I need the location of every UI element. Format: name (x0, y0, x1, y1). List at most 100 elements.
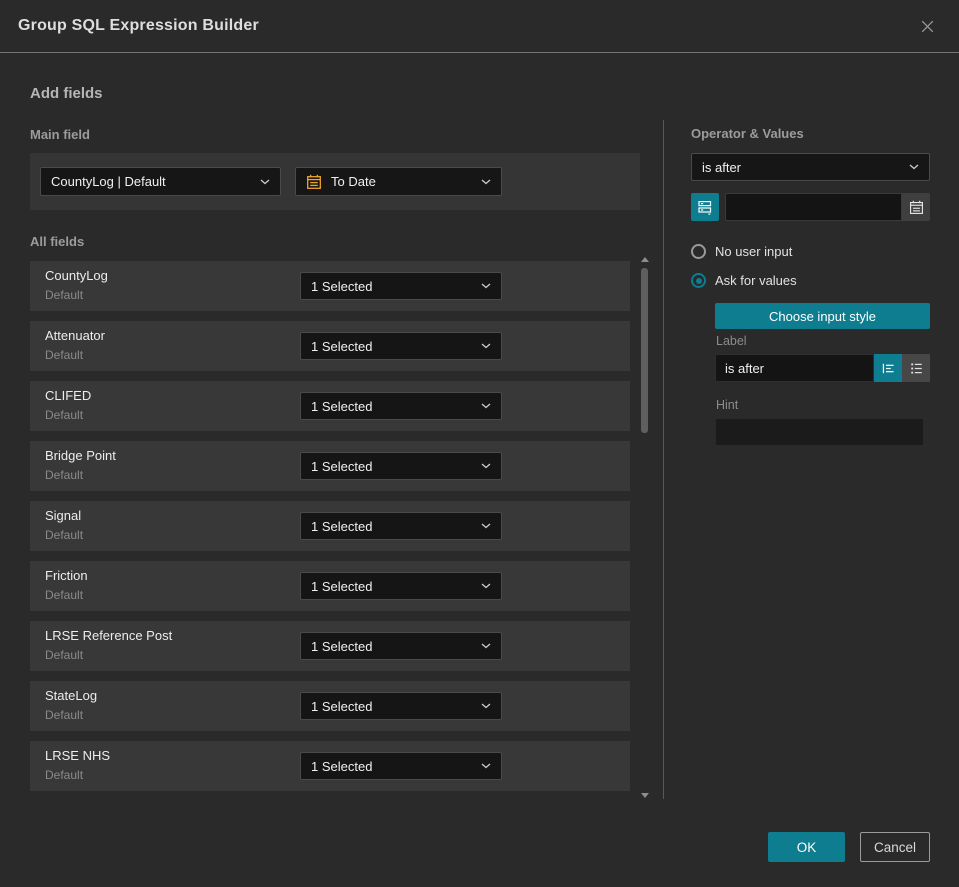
calendar-icon (909, 200, 923, 214)
label-field-label: Label (716, 334, 747, 348)
field-name: Bridge Point (45, 448, 116, 463)
label-input-row (715, 354, 930, 382)
field-selected-dropdown[interactable]: 1 Selected (300, 452, 502, 480)
field-row: Signal Default 1 Selected (30, 501, 630, 551)
field-selected-dropdown[interactable]: 1 Selected (300, 272, 502, 300)
main-field-panel: CountyLog | Default To Date (30, 153, 640, 210)
operator-select-value: is after (702, 159, 742, 175)
field-row: LRSE NHS Default 1 Selected (30, 741, 630, 791)
field-selected-dropdown[interactable]: 1 Selected (300, 572, 502, 600)
field-row: Attenuator Default 1 Selected (30, 321, 630, 371)
chevron-down-icon (481, 403, 491, 409)
scrollbar-up-arrow-icon[interactable] (641, 257, 649, 262)
chevron-down-icon (481, 643, 491, 649)
single-line-input-icon (882, 363, 894, 373)
main-field-select[interactable]: CountyLog | Default (40, 167, 281, 196)
unique-values-button[interactable] (691, 193, 719, 221)
field-selected-value: 1 Selected (311, 638, 373, 654)
single-line-style-button[interactable] (874, 354, 902, 382)
field-source: Default (45, 288, 84, 302)
field-selected-value: 1 Selected (311, 338, 373, 354)
main-field-select-value: CountyLog | Default (51, 174, 166, 189)
main-field-label: Main field (30, 127, 90, 142)
date-type-select-value: To Date (331, 174, 376, 189)
field-selected-value: 1 Selected (311, 278, 373, 294)
operator-select[interactable]: is after (691, 153, 930, 181)
chevron-down-icon (481, 463, 491, 469)
field-name: LRSE NHS (45, 748, 111, 763)
field-selected-value: 1 Selected (311, 398, 373, 414)
all-fields-list: CountyLog Default 1 Selected Attenuator … (30, 261, 630, 801)
field-selected-dropdown[interactable]: 1 Selected (300, 632, 502, 660)
list-style-button[interactable] (902, 354, 930, 382)
field-selected-dropdown[interactable]: 1 Selected (300, 392, 502, 420)
field-row: Friction Default 1 Selected (30, 561, 630, 611)
field-row: CountyLog Default 1 Selected (30, 261, 630, 311)
unique-values-icon (698, 200, 712, 215)
cancel-button[interactable]: Cancel (860, 832, 930, 862)
close-icon (921, 20, 933, 33)
operator-values-panel: Operator & Values is after No user input… (663, 120, 930, 799)
dialog-title: Group SQL Expression Builder (18, 17, 259, 34)
field-name: StateLog (45, 688, 98, 703)
field-row: Bridge Point Default 1 Selected (30, 441, 630, 491)
chevron-down-icon (481, 343, 491, 349)
chevron-down-icon (909, 164, 919, 170)
field-selected-dropdown[interactable]: 1 Selected (300, 752, 502, 780)
field-row: CLIFED Default 1 Selected (30, 381, 630, 431)
field-source: Default (45, 648, 84, 662)
radio-label: Ask for values (715, 273, 797, 288)
close-button[interactable] (907, 0, 947, 53)
operator-values-heading: Operator & Values (691, 126, 804, 141)
chevron-down-icon (481, 583, 491, 589)
value-date-input[interactable] (725, 193, 902, 221)
field-source: Default (45, 708, 84, 722)
radio-no-user-input[interactable]: No user input (691, 244, 792, 259)
field-row: StateLog Default 1 Selected (30, 681, 630, 731)
list-scrollbar[interactable] (639, 255, 651, 800)
value-input-row (691, 193, 930, 221)
field-selected-value: 1 Selected (311, 458, 373, 474)
radio-circle-icon (691, 273, 706, 288)
all-fields-label: All fields (30, 234, 85, 249)
calendar-icon (307, 174, 321, 189)
field-selected-dropdown[interactable]: 1 Selected (300, 692, 502, 720)
hint-field-label: Hint (716, 398, 739, 412)
date-type-select[interactable]: To Date (295, 167, 502, 196)
field-source: Default (45, 528, 84, 542)
ok-button[interactable]: OK (768, 832, 845, 862)
field-selected-dropdown[interactable]: 1 Selected (300, 332, 502, 360)
field-selected-value: 1 Selected (311, 578, 373, 594)
field-row: LRSE Reference Post Default 1 Selected (30, 621, 630, 671)
scrollbar-down-arrow-icon[interactable] (641, 793, 649, 798)
field-name: Signal (45, 508, 82, 523)
radio-circle-icon (691, 244, 706, 259)
group-sql-expression-builder-dialog: Group SQL Expression Builder Add fields … (0, 0, 959, 887)
field-name: CountyLog (45, 268, 108, 283)
choose-input-style-button[interactable]: Choose input style (715, 303, 930, 329)
field-name: Friction (45, 568, 88, 583)
date-picker-button[interactable] (902, 193, 930, 221)
field-selected-dropdown[interactable]: 1 Selected (300, 512, 502, 540)
chevron-down-icon (481, 703, 491, 709)
chevron-down-icon (481, 283, 491, 289)
radio-label: No user input (715, 244, 793, 259)
list-input-icon (910, 362, 922, 374)
add-fields-heading: Add fields (30, 85, 103, 102)
field-source: Default (45, 588, 84, 602)
field-source: Default (45, 348, 84, 362)
label-input[interactable] (715, 354, 874, 382)
chevron-down-icon (260, 179, 270, 185)
dialog-header: Group SQL Expression Builder (0, 0, 959, 53)
radio-ask-for-values[interactable]: Ask for values (691, 273, 797, 288)
field-source: Default (45, 468, 84, 482)
field-name: Attenuator (45, 328, 105, 343)
chevron-down-icon (481, 523, 491, 529)
chevron-down-icon (481, 763, 491, 769)
field-name: CLIFED (45, 388, 92, 403)
scrollbar-thumb[interactable] (641, 268, 648, 433)
field-selected-value: 1 Selected (311, 698, 373, 714)
field-selected-value: 1 Selected (311, 758, 373, 774)
chevron-down-icon (481, 179, 491, 185)
hint-input[interactable] (715, 418, 924, 446)
